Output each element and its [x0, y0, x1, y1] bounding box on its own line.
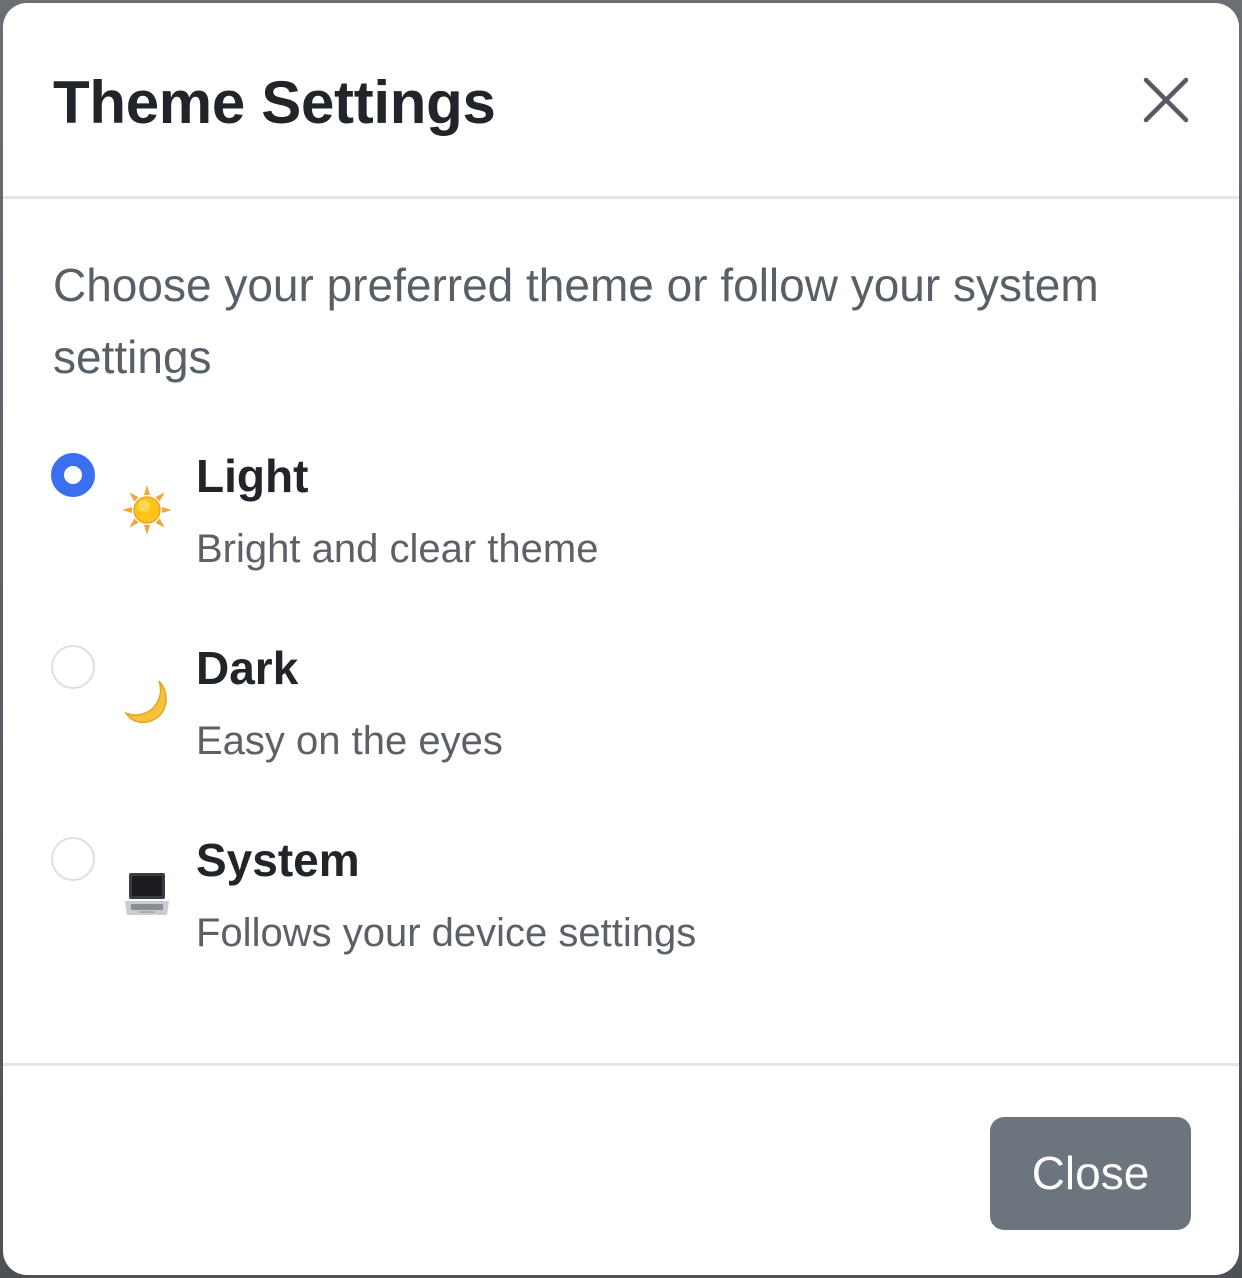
theme-option-label: System [196, 834, 360, 886]
theme-option-description: Follows your device settings [196, 911, 697, 955]
dialog-footer: Close [3, 1063, 1239, 1275]
theme-option-system[interactable]: System Follows your device settings [47, 831, 1197, 981]
close-icon [1143, 77, 1189, 123]
radio-dark[interactable] [51, 645, 95, 689]
radio-light[interactable] [51, 453, 95, 497]
theme-option-dark[interactable]: Dark Easy on the eyes [47, 639, 1197, 789]
dialog-intro-text: Choose your preferred theme or follow yo… [53, 259, 1099, 383]
sun-icon [123, 485, 171, 535]
theme-option-description: Bright and clear theme [196, 527, 599, 571]
dialog-header: Theme Settings [3, 3, 1239, 199]
moon-icon [124, 680, 167, 724]
close-icon-button[interactable] [1135, 69, 1197, 131]
theme-option-light[interactable]: Light Bright and clear theme [47, 447, 1197, 597]
laptop-icon [125, 873, 169, 915]
dialog-body: Choose your preferred theme or follow yo… [3, 199, 1239, 1065]
theme-option-label: Dark [196, 642, 299, 694]
dialog-title: Theme Settings [53, 69, 496, 136]
theme-option-label: Light [196, 450, 309, 502]
close-button[interactable]: Close [990, 1117, 1191, 1230]
theme-option-description: Easy on the eyes [196, 719, 503, 763]
theme-settings-dialog: Theme Settings Choose your preferred the… [3, 3, 1239, 1275]
radio-system[interactable] [51, 837, 95, 881]
